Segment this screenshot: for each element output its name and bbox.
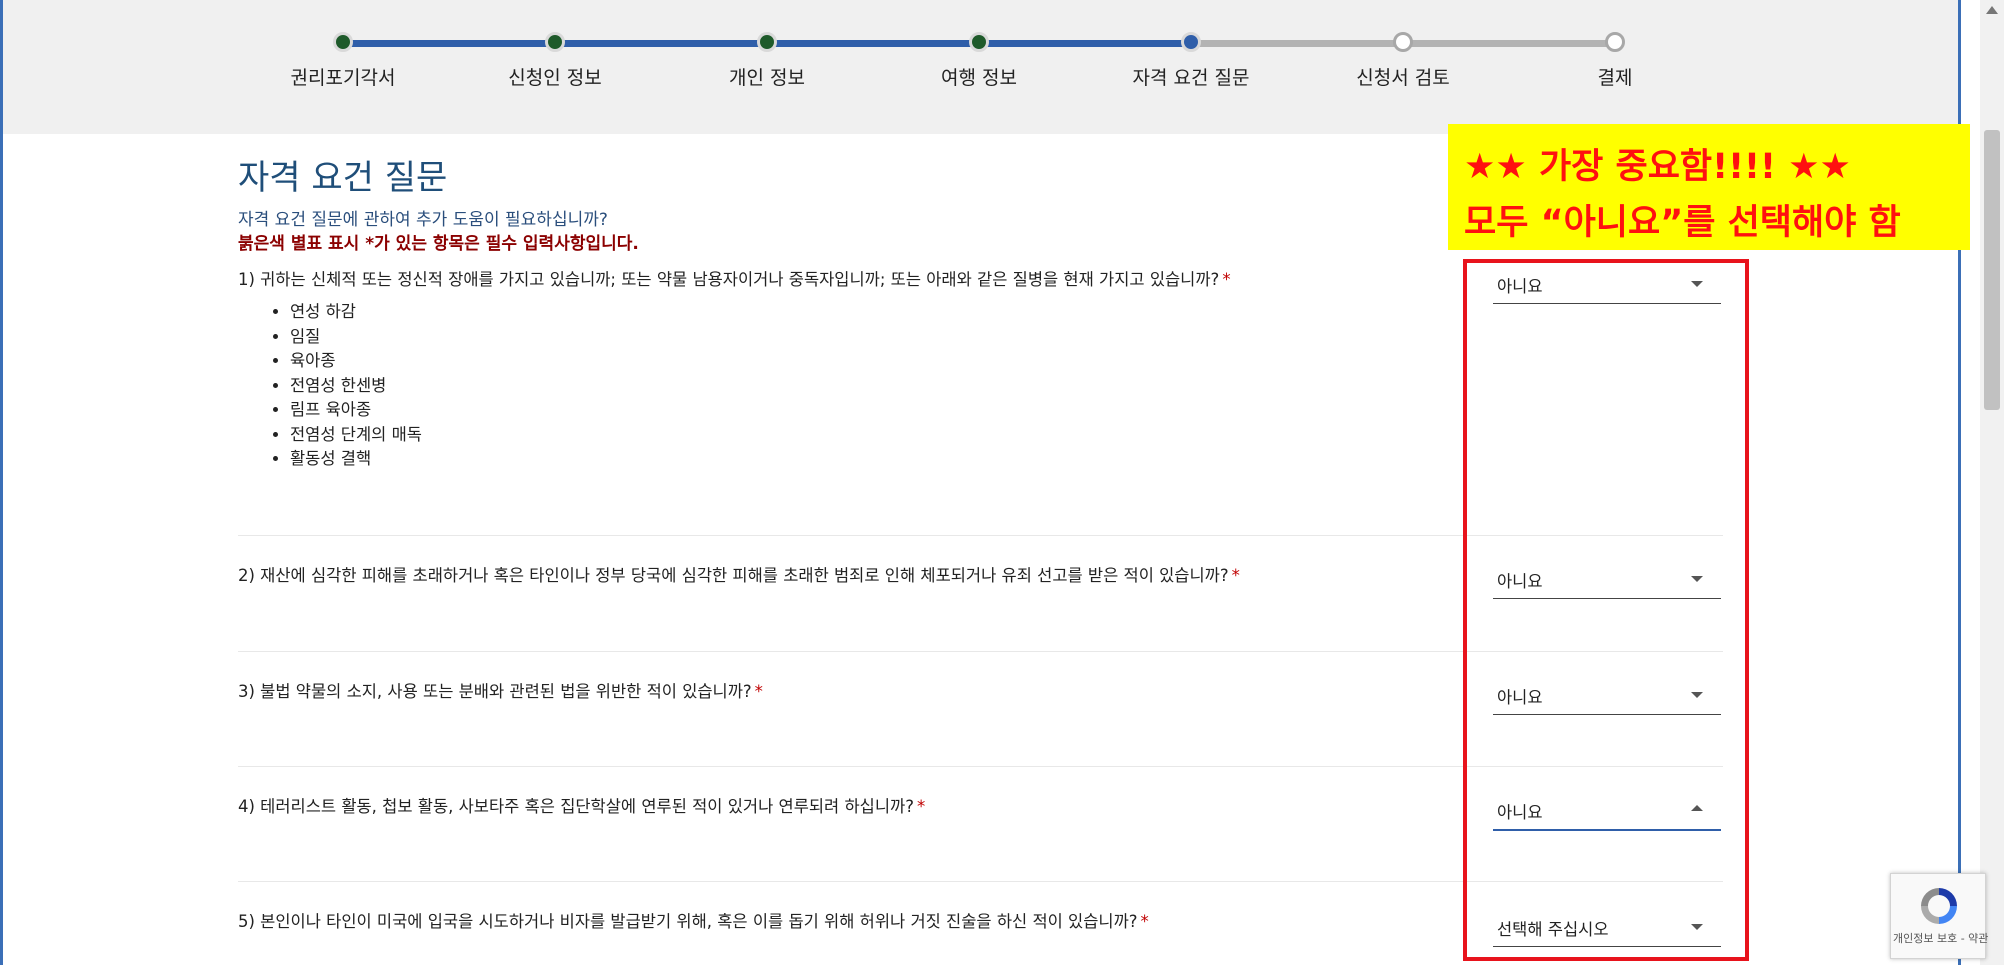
- question-1: 1) 귀하는 신체적 또는 정신적 장애를 가지고 있습니까; 또는 약물 남용…: [238, 266, 1231, 290]
- step-label-waiver[interactable]: 권리포기각서: [233, 63, 453, 90]
- step-dot-applicant-info[interactable]: [545, 32, 565, 52]
- list-item: 연성 하감: [290, 300, 422, 325]
- window-border-left: [0, 0, 3, 965]
- question-3-text: 3) 불법 약물의 소지, 사용 또는 분배와 관련된 법을 위반한 적이 있습…: [238, 682, 752, 701]
- step-label-eligibility[interactable]: 자격 요건 질문: [1081, 63, 1301, 90]
- step-dot-personal-info[interactable]: [757, 32, 777, 52]
- list-item: 림프 육아종: [290, 398, 422, 423]
- recaptcha-privacy-terms-link[interactable]: 개인정보 보호 - 약관: [1893, 930, 1988, 946]
- question-4: 4) 테러리스트 활동, 첩보 활동, 사보타주 혹은 집단학살에 연루된 적이…: [238, 793, 925, 817]
- step-dot-review: [1393, 32, 1413, 52]
- required-star: *: [1222, 270, 1231, 289]
- required-star: *: [1140, 912, 1149, 931]
- recaptcha-badge[interactable]: 개인정보 보호 - 약관: [1890, 873, 1988, 959]
- help-link[interactable]: 자격 요건 질문에 관하여 추가 도움이 필요하십니까?: [238, 205, 608, 230]
- question-1-text: 1) 귀하는 신체적 또는 정신적 장애를 가지고 있습니까; 또는 약물 남용…: [238, 270, 1220, 289]
- list-item: 임질: [290, 325, 422, 350]
- step-dot-waiver[interactable]: [333, 32, 353, 52]
- annotation-callout: ★★ 가장 중요함!!!! ★★ 모두 “아니요”를 선택해야 함: [1448, 124, 1970, 250]
- scrollbar-thumb[interactable]: [1984, 130, 2000, 410]
- question-2: 2) 재산에 심각한 피해를 초래하거나 혹은 타인이나 정부 당국에 심각한 …: [238, 562, 1240, 586]
- list-item: 전염성 단계의 매독: [290, 423, 422, 448]
- question-2-text: 2) 재산에 심각한 피해를 초래하거나 혹은 타인이나 정부 당국에 심각한 …: [238, 566, 1229, 585]
- list-item: 활동성 결핵: [290, 447, 422, 472]
- list-item: 전염성 한센병: [290, 374, 422, 399]
- step-label-travel-info[interactable]: 여행 정보: [869, 63, 1089, 90]
- step-label-applicant-info[interactable]: 신청인 정보: [445, 63, 665, 90]
- question-5-text: 5) 본인이나 타인이 미국에 입국을 시도하거나 비자를 발급받기 위해, 혹…: [238, 912, 1138, 931]
- step-label-payment: 결제: [1597, 67, 1633, 89]
- question-5: 5) 본인이나 타인이 미국에 입국을 시도하거나 비자를 발급받기 위해, 혹…: [238, 908, 1149, 932]
- required-note: 붉은색 별표 표시 *가 있는 항목은 필수 입력사항입니다.: [238, 234, 639, 254]
- required-star: *: [1231, 566, 1240, 585]
- required-star: *: [916, 797, 926, 816]
- list-item: 육아종: [290, 349, 422, 374]
- question-4-text: 4) 테러리스트 활동, 첩보 활동, 사보타주 혹은 집단학살에 연루된 적이…: [238, 797, 914, 816]
- step-label-review: 신청서 검토: [1356, 67, 1450, 89]
- scroll-up-arrow-icon[interactable]: [1986, 6, 1998, 14]
- annotation-line-1: ★★ 가장 중요함!!!! ★★: [1464, 147, 1851, 187]
- condition-list: 연성 하감 임질 육아종 전염성 한센병 림프 육아종 전염성 단계의 매독 활…: [268, 300, 422, 472]
- annotation-highlight-frame: [1463, 259, 1749, 961]
- question-3: 3) 불법 약물의 소지, 사용 또는 분배와 관련된 법을 위반한 적이 있습…: [238, 678, 763, 702]
- annotation-line-2: 모두 “아니요”를 선택해야 함: [1464, 203, 1901, 243]
- required-star: *: [754, 682, 763, 701]
- step-label-personal-info[interactable]: 개인 정보: [657, 63, 877, 90]
- page-title: 자격 요건 질문: [238, 158, 448, 198]
- recaptcha-icon: [1921, 888, 1957, 924]
- step-dot-payment: [1605, 32, 1625, 52]
- step-dot-travel-info[interactable]: [969, 32, 989, 52]
- step-dot-eligibility[interactable]: [1181, 32, 1201, 52]
